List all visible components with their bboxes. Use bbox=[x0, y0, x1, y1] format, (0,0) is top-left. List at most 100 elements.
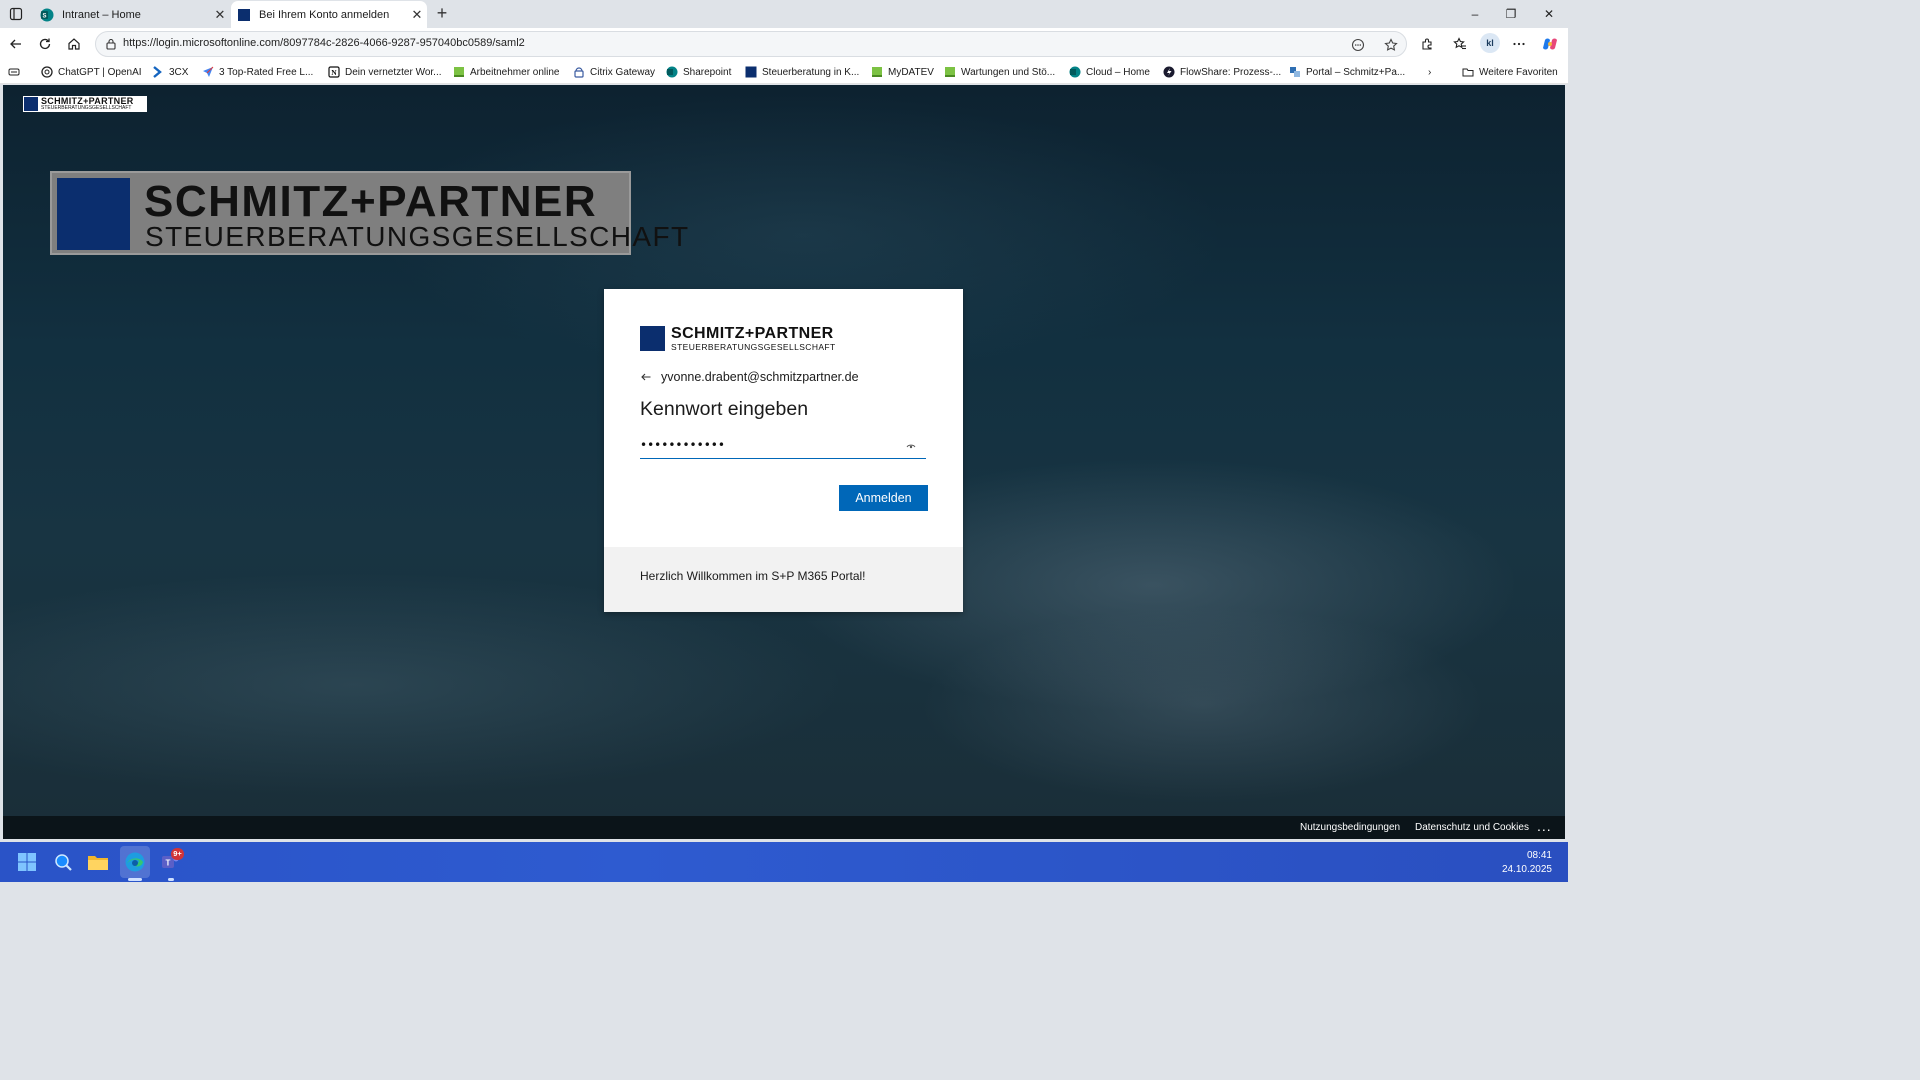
favorite-star-icon[interactable] bbox=[1382, 36, 1400, 54]
favorite-label: Arbeitnehmer online bbox=[470, 66, 560, 78]
teams-running-indicator bbox=[168, 878, 174, 881]
sp-logo-icon bbox=[745, 66, 757, 78]
sharepoint-icon bbox=[666, 66, 678, 78]
favorite-3cx[interactable]: 3CX bbox=[152, 64, 188, 80]
new-tab-button[interactable]: + bbox=[432, 3, 452, 23]
flowshare-icon bbox=[1163, 66, 1175, 78]
brand-square bbox=[24, 97, 38, 111]
profile-avatar[interactable]: kl bbox=[1480, 33, 1500, 53]
minimize-button[interactable]: – bbox=[1456, 4, 1494, 24]
notion-icon: N bbox=[328, 66, 340, 78]
other-favorites[interactable]: Weitere Favoriten bbox=[1462, 64, 1558, 80]
favorite-sharepoint[interactable]: Sharepoint bbox=[666, 64, 731, 80]
favorites-overflow-chevron-icon[interactable]: › bbox=[1428, 64, 1431, 80]
brand-square bbox=[57, 178, 130, 250]
brand-square bbox=[640, 326, 665, 351]
windows-taskbar: T 9+ 08:41 24.10.2025 bbox=[0, 842, 1568, 882]
favorite-top-rated[interactable]: 3 Top-Rated Free L... bbox=[202, 64, 313, 80]
privacy-link[interactable]: Datenschutz und Cookies bbox=[1415, 822, 1529, 833]
teams-notification-badge: 9+ bbox=[171, 848, 184, 860]
favorite-citrix[interactable]: Citrix Gateway bbox=[573, 64, 655, 80]
reading-list-icon[interactable] bbox=[8, 64, 20, 80]
restore-button[interactable]: ❐ bbox=[1492, 4, 1530, 24]
favorite-flowshare[interactable]: FlowShare: Prozess-... bbox=[1163, 64, 1281, 80]
favorite-label: Cloud – Home bbox=[1086, 66, 1150, 78]
sp-logo-icon bbox=[237, 8, 251, 22]
clock-time[interactable]: 08:41 bbox=[1527, 850, 1552, 861]
favorite-label: Steuerberatung in K... bbox=[762, 66, 860, 78]
datev-icon bbox=[944, 66, 956, 78]
tab-title: Bei Ihrem Konto anmelden bbox=[259, 8, 390, 21]
favorite-cloud-home[interactable]: Cloud – Home bbox=[1069, 64, 1150, 80]
sharepoint-icon bbox=[1069, 66, 1081, 78]
tab-title: Intranet – Home bbox=[62, 8, 141, 21]
file-explorer-icon[interactable] bbox=[86, 850, 110, 874]
tab-strip: S Intranet – Home ✕ Bei Ihrem Konto anme… bbox=[0, 0, 1568, 28]
back-arrow-icon[interactable] bbox=[6, 34, 26, 54]
edge-running-indicator bbox=[128, 878, 142, 881]
tab-sign-in[interactable]: Bei Ihrem Konto anmelden ✕ bbox=[231, 1, 427, 28]
favorite-wartungen[interactable]: Wartungen und Stö... bbox=[944, 64, 1055, 80]
page-footer: Nutzungsbedingungen Datenschutz und Cook… bbox=[3, 816, 1565, 839]
account-email: yvonne.drabent@schmitzpartner.de bbox=[661, 370, 859, 384]
tab-actions-icon[interactable] bbox=[6, 5, 26, 23]
tab-close-icon[interactable]: ✕ bbox=[407, 7, 427, 23]
favorite-notion[interactable]: N Dein vernetzter Wor... bbox=[328, 64, 442, 80]
favorite-steuerberatung[interactable]: Steuerberatung in K... bbox=[745, 64, 859, 80]
brand-tagline: STEUERBERATUNGSGESELLSCHAFT bbox=[145, 221, 690, 252]
password-field-wrapper bbox=[640, 433, 926, 459]
windows-start-icon[interactable] bbox=[15, 850, 39, 874]
favorite-label: Citrix Gateway bbox=[590, 66, 656, 78]
extensions-icon[interactable] bbox=[1417, 34, 1437, 54]
tab-close-icon[interactable]: ✕ bbox=[210, 7, 230, 23]
url-text[interactable]: https://login.microsoftonline.com/809778… bbox=[123, 37, 525, 49]
corner-brand-logo: SCHMITZ+PARTNER STEUERBERATUNGSGESELLSCH… bbox=[23, 96, 147, 112]
reveal-password-eye-icon[interactable] bbox=[906, 439, 916, 449]
folder-icon bbox=[1462, 66, 1474, 78]
favorite-mydatev[interactable]: MyDATEV bbox=[871, 64, 934, 80]
refresh-icon[interactable] bbox=[35, 34, 55, 54]
favorite-portal[interactable]: Portal – Schmitz+Pa... bbox=[1289, 64, 1405, 80]
card-brand-logo: SCHMITZ+PARTNER STEUERBERATUNGSGESELLSCH… bbox=[640, 325, 850, 356]
svg-text:N: N bbox=[331, 68, 337, 77]
more-menu-icon[interactable] bbox=[1509, 34, 1529, 54]
svg-text:S: S bbox=[42, 13, 46, 19]
favorite-label: 3CX bbox=[169, 66, 189, 78]
favorite-label: MyDATEV bbox=[888, 66, 934, 78]
password-input[interactable] bbox=[640, 435, 900, 455]
favorites-bar: ChatGPT | OpenAI 3CX 3 Top-Rated Free L.… bbox=[0, 60, 1568, 84]
edge-browser-icon[interactable] bbox=[123, 850, 147, 874]
favorite-label: ChatGPT | OpenAI bbox=[58, 66, 142, 78]
search-icon[interactable] bbox=[51, 850, 75, 874]
brand-tagline: STEUERBERATUNGSGESELLSCHAFT bbox=[671, 342, 836, 352]
close-window-button[interactable]: ✕ bbox=[1530, 4, 1568, 24]
brand-name: SCHMITZ+PARTNER bbox=[671, 325, 834, 342]
datev-icon bbox=[453, 66, 465, 78]
clock-date[interactable]: 24.10.2025 bbox=[1502, 864, 1552, 875]
terms-link[interactable]: Nutzungsbedingungen bbox=[1300, 822, 1400, 833]
address-bar[interactable]: https://login.microsoftonline.com/809778… bbox=[95, 31, 1407, 57]
back-arrow-icon[interactable] bbox=[640, 369, 656, 385]
favorite-arbeitnehmer[interactable]: Arbeitnehmer online bbox=[453, 64, 560, 80]
signin-button[interactable]: Anmelden bbox=[839, 485, 928, 511]
footer-more-icon[interactable]: ... bbox=[1537, 818, 1552, 834]
copilot-icon[interactable] bbox=[1540, 34, 1560, 54]
reading-mode-icon[interactable] bbox=[1349, 36, 1367, 54]
favorite-label: Dein vernetzter Wor... bbox=[345, 66, 442, 78]
lock-icon[interactable] bbox=[104, 37, 118, 51]
favorites-icon[interactable] bbox=[1450, 34, 1470, 54]
arrow-icon bbox=[202, 66, 214, 78]
home-icon[interactable] bbox=[64, 34, 84, 54]
citrix-icon bbox=[573, 66, 585, 78]
tab-intranet-home[interactable]: S Intranet – Home ✕ bbox=[34, 1, 230, 28]
favorite-label: 3 Top-Rated Free L... bbox=[219, 66, 314, 78]
favorite-label: FlowShare: Prozess-... bbox=[1180, 66, 1282, 78]
favorite-chatgpt[interactable]: ChatGPT | OpenAI bbox=[41, 64, 142, 80]
favorite-label: Weitere Favoriten bbox=[1479, 66, 1558, 78]
openai-icon bbox=[41, 66, 53, 78]
svg-text:T: T bbox=[166, 859, 171, 868]
page-viewport: SCHMITZ+PARTNER STEUERBERATUNGSGESELLSCH… bbox=[3, 85, 1565, 839]
identity-banner[interactable]: yvonne.drabent@schmitzpartner.de bbox=[640, 369, 859, 385]
browser-toolbar: https://login.microsoftonline.com/809778… bbox=[0, 28, 1568, 60]
background-brand-logo: SCHMITZ+PARTNER STEUERBERATUNGSGESELLSCH… bbox=[50, 171, 688, 255]
